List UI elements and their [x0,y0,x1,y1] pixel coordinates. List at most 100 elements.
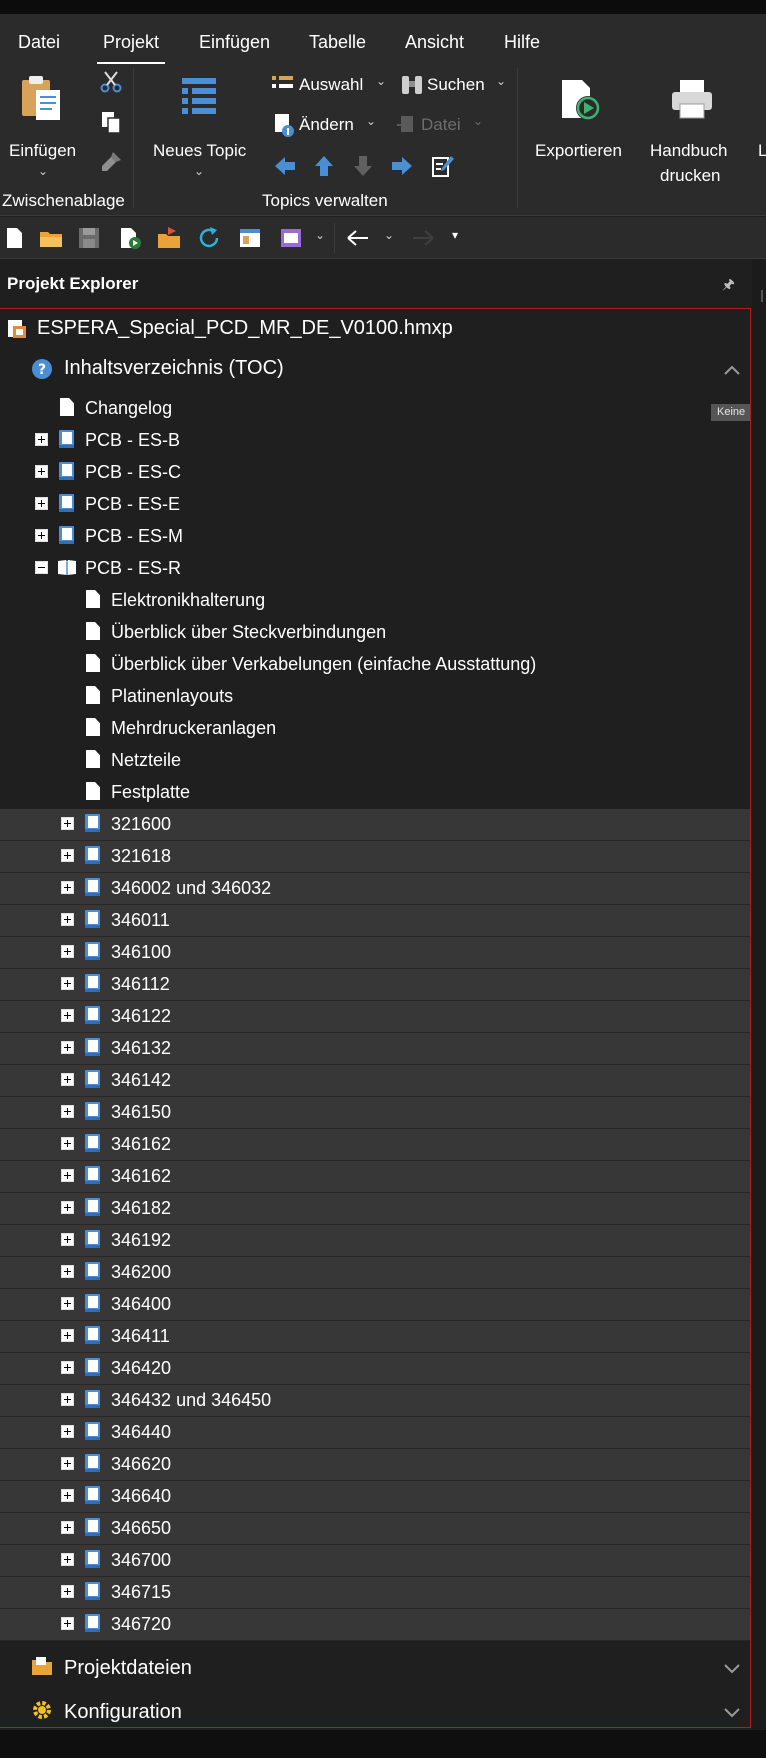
collapse-icon[interactable] [35,561,48,574]
expand-icon[interactable] [61,1169,74,1182]
toc-item-numbered[interactable]: 346440 [0,1417,750,1449]
paste-button[interactable]: Einfügen ⌄ [4,68,84,178]
chevron-down-icon[interactable]: ⌄ [384,228,394,242]
new-file-icon[interactable] [2,225,28,251]
tab-projekt[interactable]: Projekt [96,28,166,64]
chevron-down-icon[interactable]: ▾ [452,228,458,242]
toc-item-topic[interactable]: Festplatte [0,777,750,809]
arrow-up-icon[interactable] [312,154,336,178]
expand-icon[interactable] [61,1553,74,1566]
toc-item-pcb[interactable]: PCB - ES-E [0,489,750,521]
toc-item-pcb[interactable]: PCB - ES-R [0,553,750,585]
aendern-button[interactable]: Ändern ⌄ [270,112,390,140]
import-folder-icon[interactable] [156,225,182,251]
toc-item-topic[interactable]: Platinenlayouts [0,681,750,713]
toc-item-numbered[interactable]: 346640 [0,1481,750,1513]
chevron-down-icon[interactable] [722,1658,742,1678]
window-icon[interactable] [237,225,263,251]
refresh-icon[interactable] [196,225,222,251]
toc-item-numbered[interactable]: 321618 [0,841,750,873]
toc-item-pcb[interactable]: PCB - ES-C [0,457,750,489]
toc-item-numbered[interactable]: 346182 [0,1193,750,1225]
expand-icon[interactable] [35,433,48,446]
expand-icon[interactable] [35,529,48,542]
expand-icon[interactable] [61,977,74,990]
datei-button[interactable]: Datei ⌄ [395,112,495,140]
toc-item-numbered[interactable]: 346432 und 346450 [0,1385,750,1417]
toc-item-numbered[interactable]: 346122 [0,1001,750,1033]
toc-item-topic[interactable]: Mehrdruckeranlagen [0,713,750,745]
expand-icon[interactable] [61,1265,74,1278]
expand-icon[interactable] [61,1457,74,1470]
projektdateien-section-header[interactable]: Projektdateien [0,1651,750,1687]
print-manual-button[interactable]: Handbuch drucken [642,68,742,188]
expand-icon[interactable] [61,1329,74,1342]
toc-item-numbered[interactable]: 346162 [0,1161,750,1193]
toc-item-numbered[interactable]: 346112 [0,969,750,1001]
expand-icon[interactable] [61,817,74,830]
toc-item-pcb[interactable]: PCB - ES-M [0,521,750,553]
expand-icon[interactable] [61,849,74,862]
toc-item-numbered[interactable]: 346650 [0,1513,750,1545]
expand-icon[interactable] [61,1521,74,1534]
tab-tabelle[interactable]: Tabelle [309,28,366,56]
expand-icon[interactable] [61,1425,74,1438]
chevron-up-icon[interactable] [722,361,742,381]
toc-item-numbered[interactable]: 346700 [0,1545,750,1577]
expand-icon[interactable] [35,497,48,510]
toc-item-pcb[interactable]: PCB - ES-B [0,425,750,457]
toc-item-numbered[interactable]: 346400 [0,1289,750,1321]
edit-note-icon[interactable] [431,154,455,178]
chevron-down-icon[interactable] [722,1702,742,1722]
toc-section-header[interactable]: ? Inhaltsverzeichnis (TOC) [0,357,750,387]
expand-icon[interactable] [61,1041,74,1054]
toc-item-numbered[interactable]: 346132 [0,1033,750,1065]
konfiguration-section-header[interactable]: Konfiguration [0,1695,750,1727]
cut-icon[interactable] [99,70,123,94]
expand-icon[interactable] [35,465,48,478]
toc-item-numbered[interactable]: 346162 [0,1129,750,1161]
new-topic-button[interactable]: Neues Topic ⌄ [148,68,252,178]
export-button[interactable]: Exportieren [528,68,632,178]
toc-item-topic[interactable]: Überblick über Verkabelungen (einfache A… [0,649,750,681]
toc-item-changelog[interactable]: Changelog [0,393,750,425]
auswahl-button[interactable]: Auswahl ⌄ [270,72,390,100]
toc-item-numbered[interactable]: 346411 [0,1321,750,1353]
toc-item-numbered[interactable]: 346150 [0,1097,750,1129]
toc-item-topic[interactable]: Netzteile [0,745,750,777]
toc-item-numbered[interactable]: 321600 [0,809,750,841]
toc-item-numbered[interactable]: 346100 [0,937,750,969]
layout-icon[interactable] [278,225,304,251]
expand-icon[interactable] [61,881,74,894]
cut-off-button-label[interactable]: L [758,141,766,161]
expand-icon[interactable] [61,1393,74,1406]
expand-icon[interactable] [61,1201,74,1214]
toc-item-numbered[interactable]: 346720 [0,1609,750,1641]
copy-icon[interactable] [99,110,123,134]
expand-icon[interactable] [61,1489,74,1502]
expand-icon[interactable] [61,1585,74,1598]
suchen-button[interactable]: Suchen ⌄ [400,72,510,100]
expand-icon[interactable] [61,1617,74,1630]
toc-item-topic[interactable]: Überblick über Steckverbindungen [0,617,750,649]
back-arrow-icon[interactable] [345,225,371,251]
tab-ansicht[interactable]: Ansicht [405,28,464,56]
tab-einfuegen[interactable]: Einfügen [199,28,270,56]
arrow-left-icon[interactable] [273,154,297,178]
toc-item-topic[interactable]: Elektronikhalterung [0,585,750,617]
toc-item-numbered[interactable]: 346142 [0,1065,750,1097]
expand-icon[interactable] [61,913,74,926]
toc-item-numbered[interactable]: 346002 und 346032 [0,873,750,905]
expand-icon[interactable] [61,1073,74,1086]
toc-item-numbered[interactable]: 346420 [0,1353,750,1385]
expand-icon[interactable] [61,1233,74,1246]
toc-item-numbered[interactable]: 346011 [0,905,750,937]
tab-datei[interactable]: Datei [18,28,60,56]
pin-icon[interactable]: 🖈 [722,274,735,298]
tab-hilfe[interactable]: Hilfe [504,28,540,56]
expand-icon[interactable] [61,1137,74,1150]
expand-icon[interactable] [61,1297,74,1310]
toc-item-numbered[interactable]: 346192 [0,1225,750,1257]
toc-item-numbered[interactable]: 346200 [0,1257,750,1289]
expand-icon[interactable] [61,1105,74,1118]
